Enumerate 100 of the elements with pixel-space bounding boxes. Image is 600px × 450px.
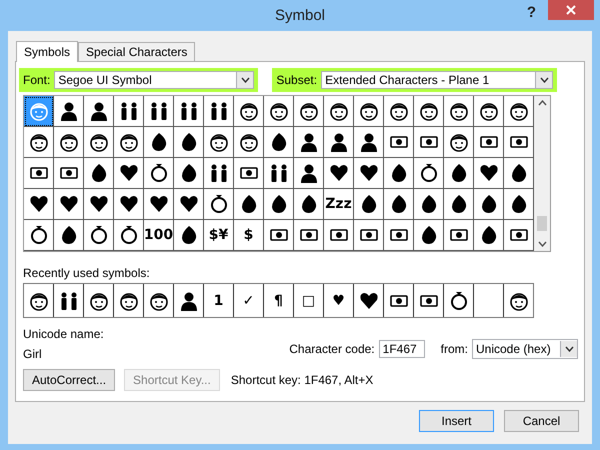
symbol-cell[interactable] <box>174 127 204 158</box>
symbol-cell[interactable] <box>144 96 174 127</box>
symbol-cell[interactable] <box>264 158 294 189</box>
symbol-cell[interactable] <box>504 127 534 158</box>
symbol-cell[interactable] <box>444 96 474 127</box>
symbol-cell[interactable]: $¥ <box>204 220 234 251</box>
symbol-cell[interactable] <box>204 189 234 220</box>
symbol-cell[interactable] <box>354 127 384 158</box>
dialog-button[interactable]: Insert <box>419 410 494 432</box>
symbol-cell[interactable] <box>54 127 84 158</box>
character-code-field[interactable]: 1F467 <box>378 340 425 358</box>
recent-symbol-cell[interactable]: ✓ <box>234 284 264 317</box>
symbol-cell[interactable] <box>24 127 54 158</box>
symbol-cell[interactable] <box>84 158 114 189</box>
symbol-cell[interactable] <box>504 158 534 189</box>
symbol-cell[interactable] <box>294 158 324 189</box>
symbol-cell[interactable] <box>144 127 174 158</box>
recent-symbol-cell[interactable]: □ <box>294 284 324 317</box>
symbol-cell[interactable] <box>294 127 324 158</box>
symbol-cell[interactable] <box>384 220 414 251</box>
help-button[interactable]: ? <box>520 4 542 21</box>
subset-dropdown[interactable]: Extended Characters - Plane 1 <box>321 70 554 88</box>
symbol-cell[interactable] <box>144 189 174 220</box>
symbol-cell[interactable] <box>234 127 264 158</box>
symbol-cell[interactable] <box>114 96 144 127</box>
symbol-cell[interactable] <box>264 127 294 158</box>
symbol-cell[interactable] <box>474 96 504 127</box>
symbol-cell[interactable] <box>174 220 204 251</box>
symbol-cell[interactable] <box>504 220 534 251</box>
from-dropdown[interactable]: Unicode (hex) <box>472 339 578 359</box>
tab[interactable]: Special Characters <box>78 42 196 61</box>
symbol-cell[interactable] <box>384 158 414 189</box>
symbol-cell[interactable] <box>174 96 204 127</box>
symbol-cell[interactable] <box>324 127 354 158</box>
scrollbar[interactable] <box>534 96 550 251</box>
symbol-cell[interactable] <box>174 158 204 189</box>
symbol-cell[interactable] <box>354 158 384 189</box>
symbol-cell[interactable] <box>234 96 264 127</box>
symbol-cell[interactable] <box>204 127 234 158</box>
symbol-cell[interactable]: $ <box>234 220 264 251</box>
symbol-cell[interactable] <box>264 220 294 251</box>
symbol-cell[interactable] <box>174 189 204 220</box>
symbol-cell[interactable] <box>24 220 54 251</box>
symbol-cell[interactable] <box>264 96 294 127</box>
symbol-cell[interactable] <box>354 220 384 251</box>
symbol-cell[interactable] <box>414 220 444 251</box>
symbol-cell[interactable] <box>384 96 414 127</box>
symbol-cell[interactable] <box>84 220 114 251</box>
close-button[interactable] <box>548 0 594 20</box>
scroll-thumb[interactable] <box>537 216 547 231</box>
dialog-button[interactable]: Cancel <box>504 410 579 432</box>
symbol-cell[interactable] <box>324 158 354 189</box>
symbol-cell[interactable] <box>234 189 264 220</box>
symbol-cell[interactable] <box>354 189 384 220</box>
symbol-cell[interactable] <box>414 189 444 220</box>
symbol-cell[interactable] <box>474 220 504 251</box>
symbol-cell[interactable] <box>84 189 114 220</box>
symbol-cell[interactable] <box>144 158 174 189</box>
symbol-cell[interactable] <box>204 96 234 127</box>
symbol-cell[interactable] <box>354 96 384 127</box>
recent-symbol-cell[interactable]: 1 <box>204 284 234 317</box>
symbol-cell[interactable] <box>384 127 414 158</box>
symbol-cell[interactable] <box>414 96 444 127</box>
symbol-cell[interactable] <box>444 127 474 158</box>
symbol-cell[interactable] <box>474 127 504 158</box>
symbol-cell[interactable] <box>414 127 444 158</box>
symbol-cell[interactable] <box>114 158 144 189</box>
symbol-cell[interactable]: Zzz <box>324 189 354 220</box>
symbol-cell[interactable] <box>24 189 54 220</box>
symbol-cell[interactable] <box>234 158 264 189</box>
font-dropdown[interactable]: Segoe UI Symbol <box>54 70 254 88</box>
symbol-cell[interactable] <box>414 158 444 189</box>
symbol-cell[interactable] <box>324 96 354 127</box>
symbol-cell[interactable] <box>24 158 54 189</box>
symbol-cell[interactable] <box>324 220 354 251</box>
symbol-cell[interactable] <box>204 158 234 189</box>
symbol-cell[interactable] <box>504 96 534 127</box>
symbol-cell[interactable] <box>264 189 294 220</box>
symbol-cell[interactable]: 100 <box>144 220 174 251</box>
tab[interactable]: Symbols <box>16 41 78 62</box>
symbol-cell[interactable] <box>84 96 114 127</box>
symbol-cell[interactable] <box>54 96 84 127</box>
symbol-cell[interactable] <box>114 189 144 220</box>
symbol-cell[interactable] <box>474 189 504 220</box>
symbol-cell[interactable] <box>54 158 84 189</box>
symbol-cell[interactable] <box>474 158 504 189</box>
symbol-cell[interactable] <box>504 189 534 220</box>
symbol-cell[interactable] <box>294 96 324 127</box>
symbol-cell[interactable] <box>24 96 54 127</box>
symbol-cell[interactable] <box>114 220 144 251</box>
autocorrect-button[interactable]: AutoCorrect... <box>23 369 116 391</box>
symbol-cell[interactable] <box>294 220 324 251</box>
symbol-cell[interactable] <box>114 127 144 158</box>
symbol-cell[interactable] <box>384 189 414 220</box>
symbol-cell[interactable] <box>54 220 84 251</box>
symbol-cell[interactable] <box>54 189 84 220</box>
symbol-cell[interactable] <box>444 158 474 189</box>
symbol-cell[interactable] <box>294 189 324 220</box>
symbol-cell[interactable] <box>444 220 474 251</box>
symbol-cell[interactable] <box>444 189 474 220</box>
